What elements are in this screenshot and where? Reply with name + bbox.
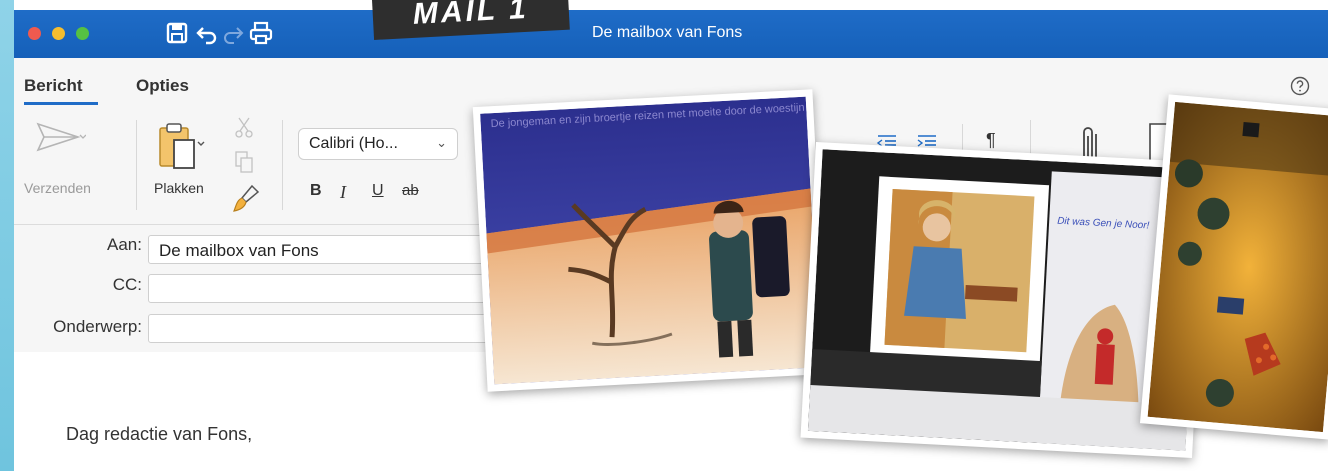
message-body-greeting[interactable]: Dag redactie van Fons, (66, 424, 252, 445)
scissors-icon[interactable] (234, 116, 254, 138)
photo-desert-diorama: De jongeman en zijn broertje reizen met … (472, 89, 828, 392)
undo-icon[interactable] (194, 20, 220, 46)
paste-label: Plakken (154, 180, 204, 196)
paper-plane-icon (36, 122, 86, 152)
send-label: Verzenden (24, 180, 91, 196)
copy-icon[interactable] (234, 150, 254, 174)
title-bar: De mailbox van Fons (14, 10, 1328, 58)
strikethrough-button[interactable]: ab (402, 182, 419, 199)
tab-bericht[interactable]: Bericht (24, 76, 83, 96)
zoom-window-button[interactable] (76, 27, 89, 40)
save-icon[interactable] (164, 20, 190, 46)
font-family-value: Calibri (Ho... (309, 135, 398, 152)
clipboard-icon (159, 123, 205, 169)
minimize-window-button[interactable] (52, 27, 65, 40)
to-label: Aan: (107, 235, 142, 254)
page-edge (0, 0, 14, 471)
photo-lit-diorama (1139, 94, 1328, 440)
close-window-button[interactable] (28, 27, 41, 40)
active-tab-indicator (24, 102, 98, 105)
italic-button[interactable]: I (340, 182, 346, 203)
show-formatting-button[interactable]: ¶ (986, 130, 996, 151)
tab-opties[interactable]: Opties (136, 76, 189, 96)
format-painter-icon[interactable] (232, 184, 260, 214)
question-circle-icon[interactable] (1290, 76, 1310, 96)
bold-button[interactable]: B (310, 182, 322, 200)
redo-icon[interactable] (220, 20, 246, 46)
underline-button[interactable]: U (372, 182, 384, 200)
subject-label: Onderwerp: (53, 317, 142, 336)
ribbon-divider (136, 120, 137, 210)
cc-label: CC: (112, 275, 142, 294)
ribbon-divider (282, 120, 283, 210)
font-family-select[interactable]: Calibri (Ho... ⌄ (298, 128, 458, 160)
chevron-down-icon: ⌄ (436, 135, 447, 150)
window-title: De mailbox van Fons (592, 24, 743, 41)
print-icon[interactable] (248, 20, 274, 46)
